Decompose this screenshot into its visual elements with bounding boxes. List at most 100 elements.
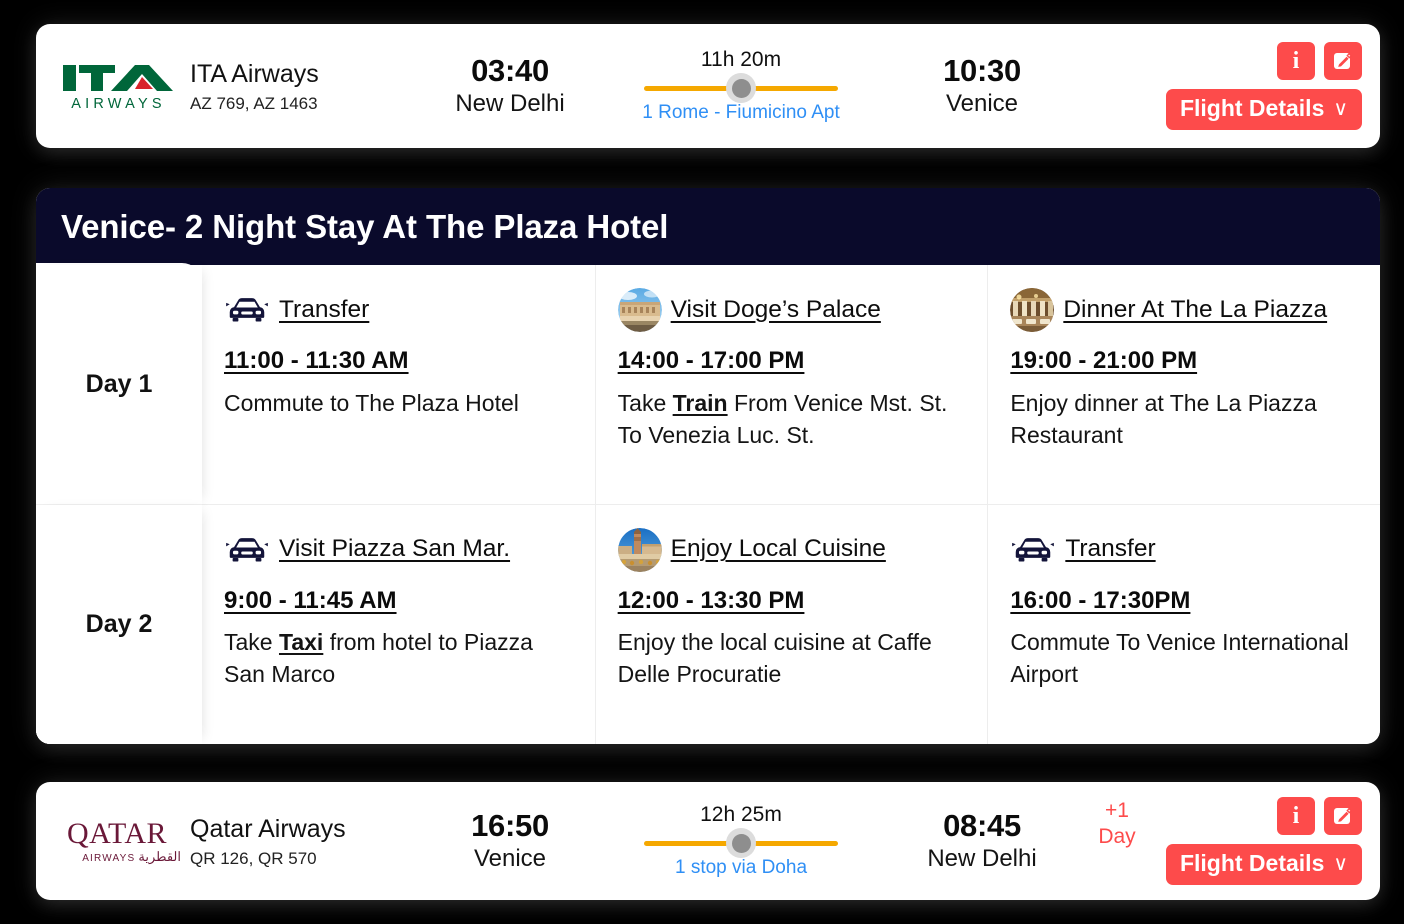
route-line-left — [644, 840, 728, 846]
qatar-airways-logo: QATAR AIRWAYS القطرية — [36, 816, 184, 864]
piazza-san-marco-thumbnail — [617, 527, 662, 572]
ita-airways-logo: AIRWAYS — [36, 61, 184, 112]
return-day-offset: +1 Day — [1082, 798, 1152, 851]
outbound-arrival: 10:30 Venice — [882, 53, 1082, 119]
outbound-departure-time: 03:40 — [471, 52, 549, 88]
return-icon-row: i — [1277, 797, 1362, 835]
activity-header: Visit Doge’s Palace — [617, 287, 968, 333]
activity-cell[interactable]: Transfer 16:00 - 17:30PM Commute To Veni… — [987, 504, 1380, 744]
piazza-san-marco-photo — [617, 527, 662, 572]
activity-title[interactable]: Enjoy Local Cuisine — [671, 535, 886, 563]
activity-description: Enjoy the local cuisine at Caffe Delle P… — [618, 627, 968, 690]
activity-time: 9:00 - 11:45 AM — [224, 586, 397, 614]
hotel-itinerary-panel: Venice- 2 Night Stay At The Plaza Hotel … — [36, 188, 1380, 744]
ita-logo-subtext: AIRWAYS — [71, 95, 166, 112]
desc-highlight: Taxi — [278, 629, 324, 656]
activity-title[interactable]: Transfer — [1065, 535, 1155, 563]
qatar-logo-subtext-en: AIRWAYS — [82, 852, 136, 864]
activity-cell[interactable]: Visit Doge’s Palace 14:00 - 17:00 PM Tak… — [594, 265, 988, 505]
activity-title[interactable]: Dinner At The La Piazza — [1063, 296, 1327, 324]
return-duration: 12h 25m — [700, 803, 782, 826]
info-icon-button[interactable]: i — [1277, 42, 1315, 80]
la-piazza-thumbnail — [1010, 288, 1055, 332]
activity-cell[interactable]: Enjoy Local Cuisine 12:00 - 13:30 PM Enj… — [594, 504, 988, 744]
outbound-actions: i Flight Details ∨ — [1152, 42, 1380, 130]
doges-palace-thumbnail — [617, 288, 662, 332]
day-label: Day 2 — [85, 610, 153, 638]
info-icon: i — [1292, 803, 1300, 829]
stop-marker-icon — [726, 73, 756, 104]
la-piazza-photo — [1010, 288, 1055, 332]
outbound-flight-details-button[interactable]: Flight Details ∨ — [1165, 89, 1362, 130]
activity-grid: Transfer 11:00 - 11:30 AM Commute to The… — [202, 265, 1380, 744]
activity-header: Visit Piazza San Mar. — [224, 527, 575, 573]
outbound-flight-card[interactable]: AIRWAYS ITA Airways AZ 769, AZ 1463 03:4… — [36, 24, 1380, 148]
doges-palace-photo — [617, 288, 662, 332]
outbound-stops[interactable]: 1 Rome - Fiumicino Apt — [610, 102, 872, 125]
outbound-duration-block: 11h 20m 1 Rome - Fiumicino Apt — [600, 47, 882, 125]
outbound-flight-numbers: AZ 769, AZ 1463 — [190, 93, 318, 113]
edit-icon — [1334, 807, 1353, 824]
outbound-departure-city: New Delhi — [455, 90, 565, 118]
return-duration-block: 12h 25m 1 stop via Doha — [600, 802, 882, 880]
return-flight-details-label: Flight Details — [1179, 850, 1325, 876]
return-stops[interactable]: 1 stop via Doha — [610, 857, 872, 880]
activity-title[interactable]: Visit Doge’s Palace — [671, 296, 881, 324]
activity-description: Commute to The Plaza Hotel — [224, 388, 575, 420]
return-flight-details-button[interactable]: Flight Details ∨ — [1165, 844, 1362, 885]
itinerary-page: AIRWAYS ITA Airways AZ 769, AZ 1463 03:4… — [0, 0, 1404, 924]
return-airline-info: Qatar Airways QR 126, QR 570 — [184, 814, 420, 869]
day-column: Day 1 Day 2 — [36, 263, 202, 744]
day-cell-2: Day 2 — [36, 505, 202, 744]
return-route-line — [610, 828, 872, 859]
info-icon-button[interactable]: i — [1277, 797, 1315, 835]
chevron-down-icon: ∨ — [1333, 98, 1348, 120]
edit-icon-button[interactable] — [1324, 42, 1362, 80]
activity-time: 16:00 - 17:30PM — [1010, 586, 1191, 614]
activity-cell[interactable]: Transfer 11:00 - 11:30 AM Commute to The… — [202, 265, 595, 505]
activity-description: Enjoy dinner at The La Piazza Restaurant — [1010, 388, 1360, 451]
desc-highlight: Train — [672, 389, 728, 416]
outbound-airline-name: ITA Airways — [190, 59, 319, 88]
return-arrival: 08:45 New Delhi — [882, 808, 1082, 874]
day-label: Day 1 — [85, 370, 153, 398]
itinerary-header: Venice- 2 Night Stay At The Plaza Hotel — [36, 188, 1380, 265]
activity-description: Take Taxi from hotel to Piazza San Marco — [224, 627, 575, 690]
return-arrival-time: 08:45 — [943, 807, 1021, 843]
activity-time: 12:00 - 13:30 PM — [617, 586, 805, 614]
return-departure-city: Venice — [473, 845, 547, 873]
qatar-logo-subtext: AIRWAYS القطرية — [51, 850, 183, 864]
itinerary-body: Day 1 Day 2 Transfer 11:00 - 11:30 AM Co… — [36, 263, 1380, 744]
activity-title[interactable]: Transfer — [279, 296, 369, 324]
activity-cell[interactable]: Visit Piazza San Mar. 9:00 - 11:45 AM Ta… — [202, 505, 595, 745]
activity-description: Commute To Venice International Airport — [1010, 627, 1360, 690]
desc-before: Take — [224, 629, 279, 656]
activity-title[interactable]: Visit Piazza San Mar. — [279, 535, 510, 563]
outbound-arrival-time: 10:30 — [943, 52, 1021, 88]
outbound-flight-details-label: Flight Details — [1179, 95, 1325, 121]
desc-before: Enjoy the local cuisine at Caffe Delle P… — [617, 629, 932, 688]
activity-header: Transfer — [224, 287, 575, 333]
activity-cell[interactable]: Dinner At The La Piazza 19:00 - 21:00 PM… — [987, 265, 1380, 505]
activity-header: Dinner At The La Piazza — [1010, 287, 1360, 333]
car-icon — [226, 537, 268, 561]
stop-marker-icon — [726, 828, 756, 859]
activity-time: 11:00 - 11:30 AM — [224, 347, 409, 374]
edit-icon — [1334, 52, 1353, 69]
return-flight-card[interactable]: QATAR AIRWAYS القطرية Qatar Airways QR 1… — [36, 782, 1380, 900]
edit-icon-button[interactable] — [1324, 797, 1362, 835]
outbound-arrival-city: Venice — [945, 90, 1019, 118]
desc-before: Take — [617, 389, 673, 416]
day-offset-number: +1 — [1105, 799, 1129, 822]
car-icon — [1012, 537, 1055, 561]
car-icon — [226, 298, 268, 322]
route-line-left — [644, 85, 728, 91]
route-line-right — [754, 840, 838, 846]
itinerary-title: Venice- 2 Night Stay At The Plaza Hotel — [61, 207, 669, 245]
return-actions: i Flight Details ∨ — [1152, 797, 1380, 885]
outbound-airline-info: ITA Airways AZ 769, AZ 1463 — [184, 59, 420, 114]
return-departure-time: 16:50 — [471, 807, 549, 843]
activity-time: 14:00 - 17:00 PM — [617, 347, 805, 374]
qatar-logo-text: QATAR — [66, 816, 168, 850]
route-line-right — [754, 85, 838, 91]
